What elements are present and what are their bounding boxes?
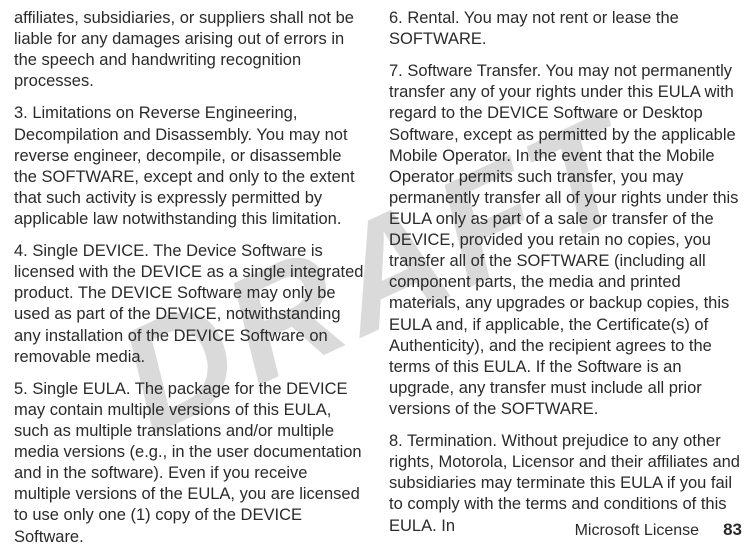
page-number: 83 <box>723 520 742 540</box>
left-column: affiliates, subsidiaries, or suppliers s… <box>14 8 367 510</box>
paragraph: 7. Software Transfer. You may not perman… <box>389 61 742 420</box>
paragraph: affiliates, subsidiaries, or suppliers s… <box>14 8 367 92</box>
paragraph: 5. Single EULA. The package for the DEVI… <box>14 379 367 548</box>
paragraph: 4. Single DEVICE. The Device Software is… <box>14 241 367 368</box>
page-footer: Microsoft License 83 <box>575 520 742 540</box>
footer-title: Microsoft License <box>575 522 700 540</box>
content-columns: affiliates, subsidiaries, or suppliers s… <box>0 0 756 510</box>
paragraph: 6. Rental. You may not rent or lease the… <box>389 8 742 50</box>
right-column: 6. Rental. You may not rent or lease the… <box>389 8 742 510</box>
paragraph: 3. Limitations on Reverse Engineering, D… <box>14 103 367 230</box>
